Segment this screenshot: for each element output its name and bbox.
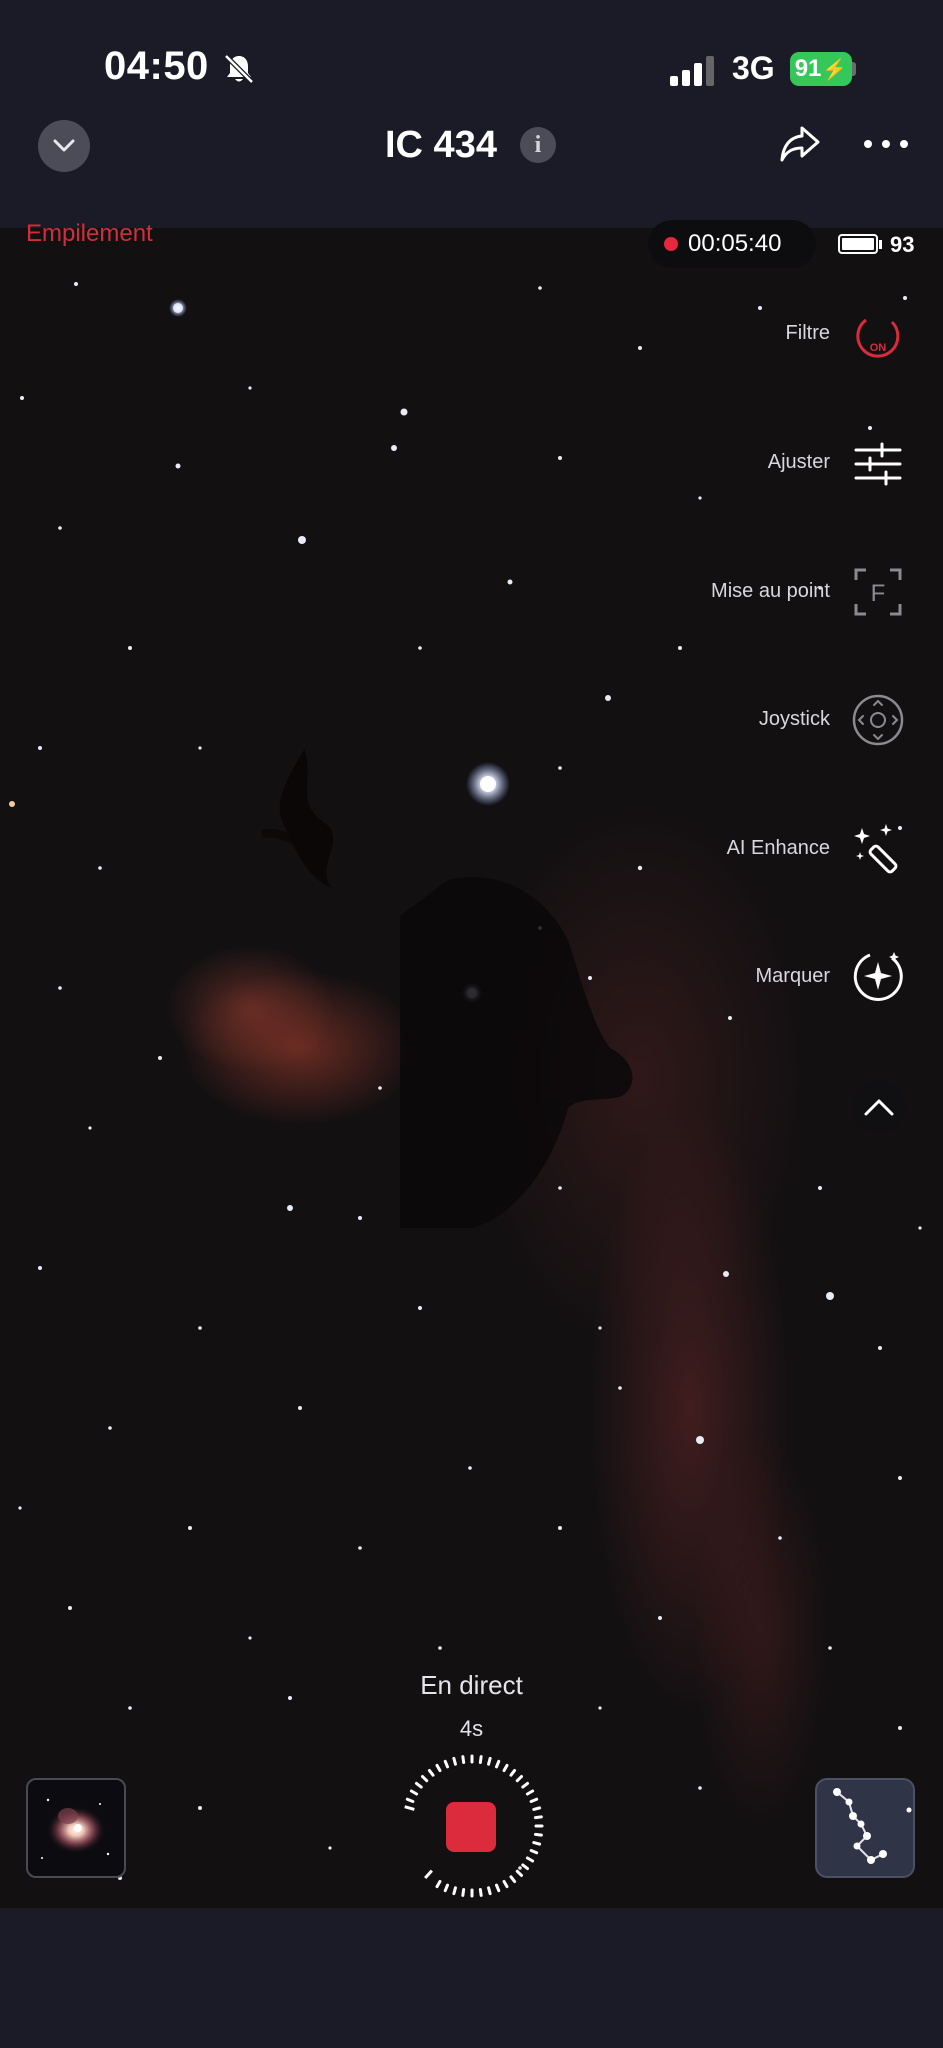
progress-tick — [452, 1756, 457, 1766]
device-battery-icon — [838, 234, 878, 254]
page-title: IC 434 — [385, 124, 497, 166]
collapse-button[interactable] — [38, 120, 90, 172]
svg-text:ON: ON — [870, 342, 887, 354]
info-icon: i — [534, 131, 542, 158]
progress-tick — [461, 1887, 466, 1897]
gallery-thumbnail[interactable] — [26, 1778, 126, 1878]
gallery-thumbnail-icon — [41, 1798, 110, 1859]
sliders-icon[interactable] — [852, 438, 904, 490]
tool-label-focus[interactable]: Mise au point — [711, 580, 830, 603]
progress-tick — [494, 1883, 501, 1893]
collapse-tools-button[interactable] — [852, 1080, 906, 1134]
progress-marker — [404, 1805, 415, 1811]
exposure-label: 4s — [459, 1716, 484, 1741]
progress-tick — [533, 1832, 543, 1837]
chevron-up-icon — [864, 1099, 894, 1116]
phone-battery: 91 ⚡ — [790, 52, 852, 86]
progress-tick — [515, 1869, 523, 1877]
progress-tick — [461, 1755, 466, 1765]
progress-tick — [409, 1789, 419, 1796]
recording-timer: 00:05:40 — [648, 220, 816, 268]
progress-tick — [487, 1756, 492, 1766]
chevron-down-icon — [53, 139, 75, 152]
phone-battery-percent: 91 — [794, 55, 822, 82]
stop-record-button[interactable] — [446, 1802, 496, 1852]
progress-tick — [521, 1863, 530, 1871]
progress-tick — [509, 1875, 517, 1884]
progress-tick — [435, 1763, 442, 1773]
progress-marker — [424, 1869, 433, 1880]
more-horizontal-icon[interactable] — [862, 136, 910, 152]
progress-tick — [509, 1768, 517, 1777]
status-time: 04:50 — [104, 44, 209, 88]
flame-nebula-lanes — [260, 749, 334, 888]
progress-tick — [532, 1841, 542, 1846]
magic-wand-icon[interactable] — [852, 822, 904, 874]
focus-frame-icon[interactable]: F — [852, 566, 904, 618]
sparkle-mark-icon[interactable] — [852, 950, 904, 1002]
capture-mode-label[interactable]: En direct — [0, 1670, 943, 1701]
progress-tick — [525, 1856, 535, 1863]
progress-tick — [502, 1763, 509, 1773]
tool-label-mark[interactable]: Marquer — [756, 965, 830, 988]
tool-label-ai-enhance[interactable]: AI Enhance — [727, 837, 830, 860]
progress-tick — [427, 1768, 435, 1777]
progress-tick — [494, 1759, 501, 1769]
progress-tick — [525, 1789, 535, 1796]
progress-tick — [443, 1883, 450, 1893]
progress-tick — [478, 1755, 483, 1765]
share-icon[interactable] — [776, 120, 824, 168]
progress-tick — [452, 1886, 457, 1896]
phone-battery-nub — [852, 62, 856, 76]
stacking-label: Empilement — [26, 220, 153, 247]
device-battery-nub — [879, 240, 882, 249]
progress-tick — [443, 1759, 450, 1769]
sky-map-button[interactable] — [815, 1778, 915, 1878]
progress-tick — [414, 1781, 423, 1789]
focus-glyph: F — [871, 580, 886, 607]
live-sky-image[interactable] — [0, 228, 943, 1908]
progress-tick — [521, 1781, 530, 1789]
info-button[interactable]: i — [520, 127, 556, 163]
filter-on-icon[interactable]: ON — [852, 310, 904, 362]
horsehead-silhouette — [400, 876, 633, 1228]
progress-tick — [532, 1806, 542, 1811]
progress-tick — [405, 1797, 415, 1804]
progress-tick — [487, 1886, 492, 1896]
device-battery-percent: 93 — [890, 232, 915, 257]
tool-label-adjust[interactable]: Ajuster — [768, 451, 830, 474]
progress-tick — [478, 1887, 483, 1897]
tool-label-filter[interactable]: Filtre — [786, 322, 830, 345]
progress-tick — [529, 1797, 539, 1804]
charging-bolt-icon: ⚡ — [822, 58, 848, 81]
progress-tick — [435, 1879, 442, 1889]
progress-tick — [515, 1775, 523, 1783]
progress-tick — [533, 1815, 543, 1820]
joystick-icon[interactable] — [852, 694, 904, 746]
cellular-signal-icon — [670, 56, 714, 86]
bell-slash-icon — [224, 54, 254, 84]
progress-tick — [529, 1848, 539, 1855]
progress-tick — [502, 1879, 509, 1889]
recording-time: 00:05:40 — [688, 230, 782, 257]
tool-label-joystick[interactable]: Joystick — [759, 708, 830, 731]
network-type: 3G — [732, 50, 775, 86]
constellation-icon — [833, 1788, 912, 1864]
recording-dot-icon — [664, 237, 678, 251]
progress-tick — [421, 1775, 429, 1783]
